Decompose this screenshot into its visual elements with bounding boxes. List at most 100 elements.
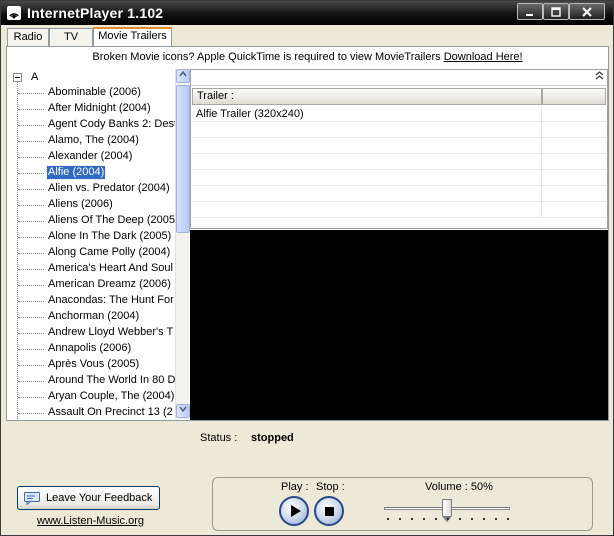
title-bar[interactable]: InternetPlayer 1.102: [1, 1, 613, 25]
tab-radio[interactable]: Radio: [7, 28, 49, 46]
tree-item[interactable]: Alfie (2004): [9, 165, 177, 181]
tree-item-label: Aliens Of The Deep (2005: [48, 214, 175, 226]
minimize-icon: [526, 14, 533, 16]
tree-item[interactable]: America's Heart And Soul: [9, 261, 177, 277]
tab-movie-trailers[interactable]: Movie Trailers: [93, 27, 172, 46]
feedback-label: Leave Your Feedback: [46, 492, 153, 504]
tree-item[interactable]: After Midnight (2004): [9, 101, 177, 117]
tree-item-label: Andrew Lloyd Webber's T: [48, 326, 174, 338]
chevron-down-icon: [179, 406, 187, 413]
scroll-thumb[interactable]: [176, 85, 190, 233]
stop-icon: [325, 507, 334, 516]
column-separator: [541, 122, 542, 138]
tree-item[interactable]: Andrew Lloyd Webber's T: [9, 325, 177, 341]
tree-item-label: Alone In The Dark (2005): [48, 230, 172, 242]
volume-tick: [471, 518, 473, 520]
download-link[interactable]: Download Here!: [444, 51, 523, 63]
collapse-grid-button[interactable]: [593, 71, 605, 83]
tree-item-label: Anchorman (2004): [48, 310, 140, 322]
grid-header: Trailer :: [192, 88, 606, 105]
movie-tree: A Abominable (2006) After Midnight (2004)…: [9, 69, 177, 419]
tree-item-label: Alfie (2004): [45, 165, 107, 180]
volume-tick: [447, 518, 449, 520]
volume-tick: [387, 518, 389, 520]
tree-connector: [18, 413, 44, 414]
tree-item[interactable]: Alexander (2004): [9, 149, 177, 165]
window-title: InternetPlayer 1.102: [27, 5, 164, 21]
tree-item[interactable]: Abominable (2006): [9, 85, 177, 101]
tab-tv[interactable]: TV: [49, 28, 93, 46]
column-header-extra[interactable]: [542, 88, 606, 105]
tree-item[interactable]: Agent Cody Banks 2: Dest: [9, 117, 177, 133]
minimize-button[interactable]: [517, 3, 543, 20]
tree-connector: [18, 397, 44, 398]
double-chevron-up-icon: [595, 71, 603, 80]
tree-connector: [18, 205, 44, 206]
playback-controls: Play : Stop : Volume : 50%: [212, 477, 593, 531]
tree-connector: [18, 141, 44, 142]
column-separator: [541, 106, 542, 122]
volume-tick: [411, 518, 413, 520]
tree-connector: [18, 381, 44, 382]
tree-item-label: American Dreamz (2006): [48, 278, 171, 290]
tree-connector: [18, 253, 44, 254]
tree-connector: [18, 269, 44, 270]
table-row[interactable]: [192, 154, 606, 170]
table-row[interactable]: [192, 122, 606, 138]
tree-item[interactable]: Alone In The Dark (2005): [9, 229, 177, 245]
chevron-up-icon: [179, 70, 187, 77]
tree-item-label: Après Vous (2005): [48, 358, 140, 370]
volume-slider-thumb[interactable]: [442, 499, 452, 522]
tree-item[interactable]: Aryan Couple, The (2004): [9, 389, 177, 405]
volume-tick: [507, 518, 509, 520]
table-row[interactable]: Alfie Trailer (320x240): [192, 106, 606, 122]
volume-tick: [495, 518, 497, 520]
tree-item[interactable]: American Dreamz (2006): [9, 277, 177, 293]
website-link[interactable]: www.Listen-Music.org: [37, 515, 144, 527]
tree-item[interactable]: Annapolis (2006): [9, 341, 177, 357]
close-button[interactable]: [569, 3, 605, 20]
table-row[interactable]: [192, 138, 606, 154]
tree-item[interactable]: Alamo, The (2004): [9, 133, 177, 149]
table-row[interactable]: [192, 186, 606, 202]
tree-item[interactable]: Anacondas: The Hunt For: [9, 293, 177, 309]
volume-tick: [423, 518, 425, 520]
column-separator: [541, 202, 542, 218]
stop-button[interactable]: [314, 496, 344, 526]
scroll-up-button[interactable]: [176, 69, 190, 83]
tree-item[interactable]: Assault On Precinct 13 (2: [9, 405, 177, 419]
tree-item-label: Annapolis (2006): [48, 342, 132, 354]
tree-connector: [18, 173, 44, 174]
tree-connector: [18, 317, 44, 318]
tree-connector: [18, 349, 44, 350]
tree-item[interactable]: Anchorman (2004): [9, 309, 177, 325]
tree-item[interactable]: Around The World In 80 D: [9, 373, 177, 389]
volume-tick: [435, 518, 437, 520]
table-row[interactable]: [192, 170, 606, 186]
feedback-icon: [24, 492, 40, 505]
tree-item[interactable]: Aliens (2006): [9, 197, 177, 213]
column-header-trailer[interactable]: Trailer :: [192, 88, 542, 105]
tree-item[interactable]: Après Vous (2005): [9, 357, 177, 373]
tree-item-label: Abominable (2006): [48, 86, 141, 98]
maximize-button[interactable]: [543, 3, 569, 20]
leave-feedback-button[interactable]: Leave Your Feedback: [17, 486, 160, 510]
status-label: Status :: [200, 432, 238, 444]
tree-item[interactable]: Alien vs. Predator (2004): [9, 181, 177, 197]
app-logo-icon: [7, 6, 21, 20]
column-separator: [541, 170, 542, 186]
stop-label: Stop :: [316, 481, 345, 493]
scroll-down-button[interactable]: [176, 404, 190, 418]
video-player-area[interactable]: [190, 230, 608, 420]
grid-toolbar: [191, 70, 607, 86]
tree-item[interactable]: Aliens Of The Deep (2005: [9, 213, 177, 229]
play-button[interactable]: [279, 496, 309, 526]
tree-connector: [18, 189, 44, 190]
tree-scrollbar[interactable]: [175, 69, 190, 419]
tree-connector: [18, 125, 44, 126]
tree-item-label: Along Came Polly (2004): [48, 246, 171, 258]
status-value: stopped: [251, 432, 294, 444]
table-row[interactable]: [192, 202, 606, 218]
tree-item-label: Alamo, The (2004): [48, 134, 139, 146]
tree-item[interactable]: Along Came Polly (2004): [9, 245, 177, 261]
